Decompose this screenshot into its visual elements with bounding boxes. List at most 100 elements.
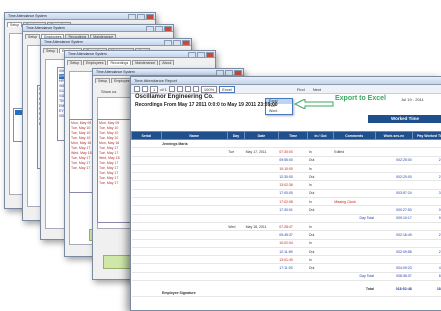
table-row: 17:00:00Out003:57:243.9567	[132, 189, 441, 197]
next-link[interactable]: Next	[313, 87, 321, 92]
row-worked	[375, 256, 413, 264]
row-in-out: Out	[308, 156, 333, 164]
row-day	[227, 140, 244, 148]
row-worked: 008:36:07	[375, 272, 413, 280]
row-in-out: Out	[308, 247, 333, 255]
tab-about[interactable]: About	[159, 60, 174, 65]
row-serial	[132, 231, 162, 239]
row-serial	[132, 173, 162, 181]
row-comment	[333, 164, 375, 172]
row-worked	[375, 148, 413, 156]
row-day	[227, 206, 244, 214]
row-date	[245, 173, 279, 181]
tab-recordings[interactable]: Recordings	[107, 60, 131, 65]
row-time: 10:02:04	[278, 239, 308, 247]
row-time: 17:00:00	[278, 189, 308, 197]
row-day	[227, 198, 244, 206]
prev-page-icon[interactable]	[142, 86, 148, 92]
table-row: 12:11:59Out002:09:552.1653	[132, 247, 441, 255]
row-day	[227, 189, 244, 197]
row-comment	[333, 189, 375, 197]
row-time: 10:10:00	[278, 164, 308, 172]
row-time: 17:11:03	[278, 264, 308, 272]
col-header: Day	[227, 132, 244, 140]
row-date	[245, 189, 279, 197]
recordings-date-list[interactable]: Mon, May 09Tue, May 10 Tue, May 10Tue, M…	[97, 119, 131, 223]
table-footer-row: Employee SignatureTotal018:52:4818.8800	[132, 281, 441, 297]
zoom-select[interactable]: 100%	[201, 86, 217, 93]
row-worked-hours	[413, 256, 441, 264]
tab-maintenance[interactable]: Maintenance	[132, 60, 158, 65]
row-name	[161, 264, 227, 272]
row-day	[227, 156, 244, 164]
tab-employees[interactable]: Employees	[83, 60, 106, 65]
row-in-out: In	[308, 222, 333, 230]
row-date	[245, 198, 279, 206]
row-time: 12:30:00	[278, 173, 308, 181]
last-page-icon[interactable]	[177, 86, 183, 92]
total-worked: 018:52:48	[375, 281, 413, 297]
row-comment	[333, 264, 375, 272]
row-comment: Missing Clock	[333, 198, 375, 206]
arrow-left-icon	[293, 99, 335, 109]
tab-setup[interactable]: Setup	[25, 34, 40, 39]
row-time: 13:02:36	[278, 181, 308, 189]
dropdown-option-word[interactable]: Word	[266, 109, 292, 114]
table-row: 09:45:37Out002:16:492.2803	[132, 231, 441, 239]
first-page-icon[interactable]	[134, 86, 140, 92]
report-date: Jul 19 - 2011	[401, 97, 424, 102]
col-header: Comments	[333, 132, 375, 140]
row-time	[278, 214, 308, 222]
row-time	[278, 140, 308, 148]
row-name	[161, 181, 227, 189]
row-worked-hours: 2.2803	[413, 231, 441, 239]
row-name	[161, 156, 227, 164]
row-day	[227, 214, 244, 222]
row-date: May 17, 2011	[245, 148, 279, 156]
table-row: 10:10:00In	[132, 164, 441, 172]
row-time: 07:28:47	[278, 222, 308, 230]
row-date	[245, 239, 279, 247]
row-serial	[132, 164, 162, 172]
row-serial	[132, 206, 162, 214]
row-serial	[132, 140, 162, 148]
row-worked	[375, 140, 413, 148]
report-window: Time Attendance Report 1 of 1 100% Excel…	[130, 76, 441, 311]
tab-setup[interactable]: Setup	[95, 78, 110, 83]
row-worked-hours: 2.1653	[413, 247, 441, 255]
row-worked-hours	[413, 140, 441, 148]
row-comment	[333, 231, 375, 239]
row-name	[161, 256, 227, 264]
find-link[interactable]: Find	[297, 87, 305, 92]
page-number-input[interactable]: 1	[150, 86, 158, 93]
row-day	[227, 164, 244, 172]
row-worked-hours	[413, 164, 441, 172]
row-in-out: Out	[308, 231, 333, 239]
row-in-out: Out	[308, 189, 333, 197]
tab-setup[interactable]: Setup	[7, 22, 22, 27]
table-row: Day Total009:10:179.1714	[132, 214, 441, 222]
recordings-range: Recordings From May 17 2011 0:0:0 to May…	[135, 102, 278, 108]
row-in-out: In	[308, 198, 333, 206]
row-day	[227, 173, 244, 181]
row-worked-hours: 9.1714	[413, 214, 441, 222]
row-time: 17:02:08	[278, 198, 308, 206]
tab-setup[interactable]: Setup	[67, 60, 82, 65]
row-name: Jennings Maria	[161, 140, 227, 148]
row-worked	[375, 239, 413, 247]
row-in-out: In	[308, 256, 333, 264]
table-row: WedMay 18, 201107:28:47In	[132, 222, 441, 230]
page-count: of 1	[160, 87, 167, 92]
next-page-icon[interactable]	[169, 86, 175, 92]
refresh-icon[interactable]	[185, 86, 191, 92]
window-titlebar: Time Attendance System	[93, 69, 243, 76]
tab-setup[interactable]: Setup	[43, 48, 58, 53]
print-icon[interactable]	[193, 86, 199, 92]
table-row: 09:55:00Out002:25:002.4167	[132, 156, 441, 164]
row-serial	[132, 239, 162, 247]
row-date	[245, 247, 279, 255]
row-worked-hours: 0.4647	[413, 206, 441, 214]
col-header: Name	[161, 132, 227, 140]
export-format-select[interactable]: Excel	[219, 86, 235, 93]
row-name	[161, 148, 227, 156]
